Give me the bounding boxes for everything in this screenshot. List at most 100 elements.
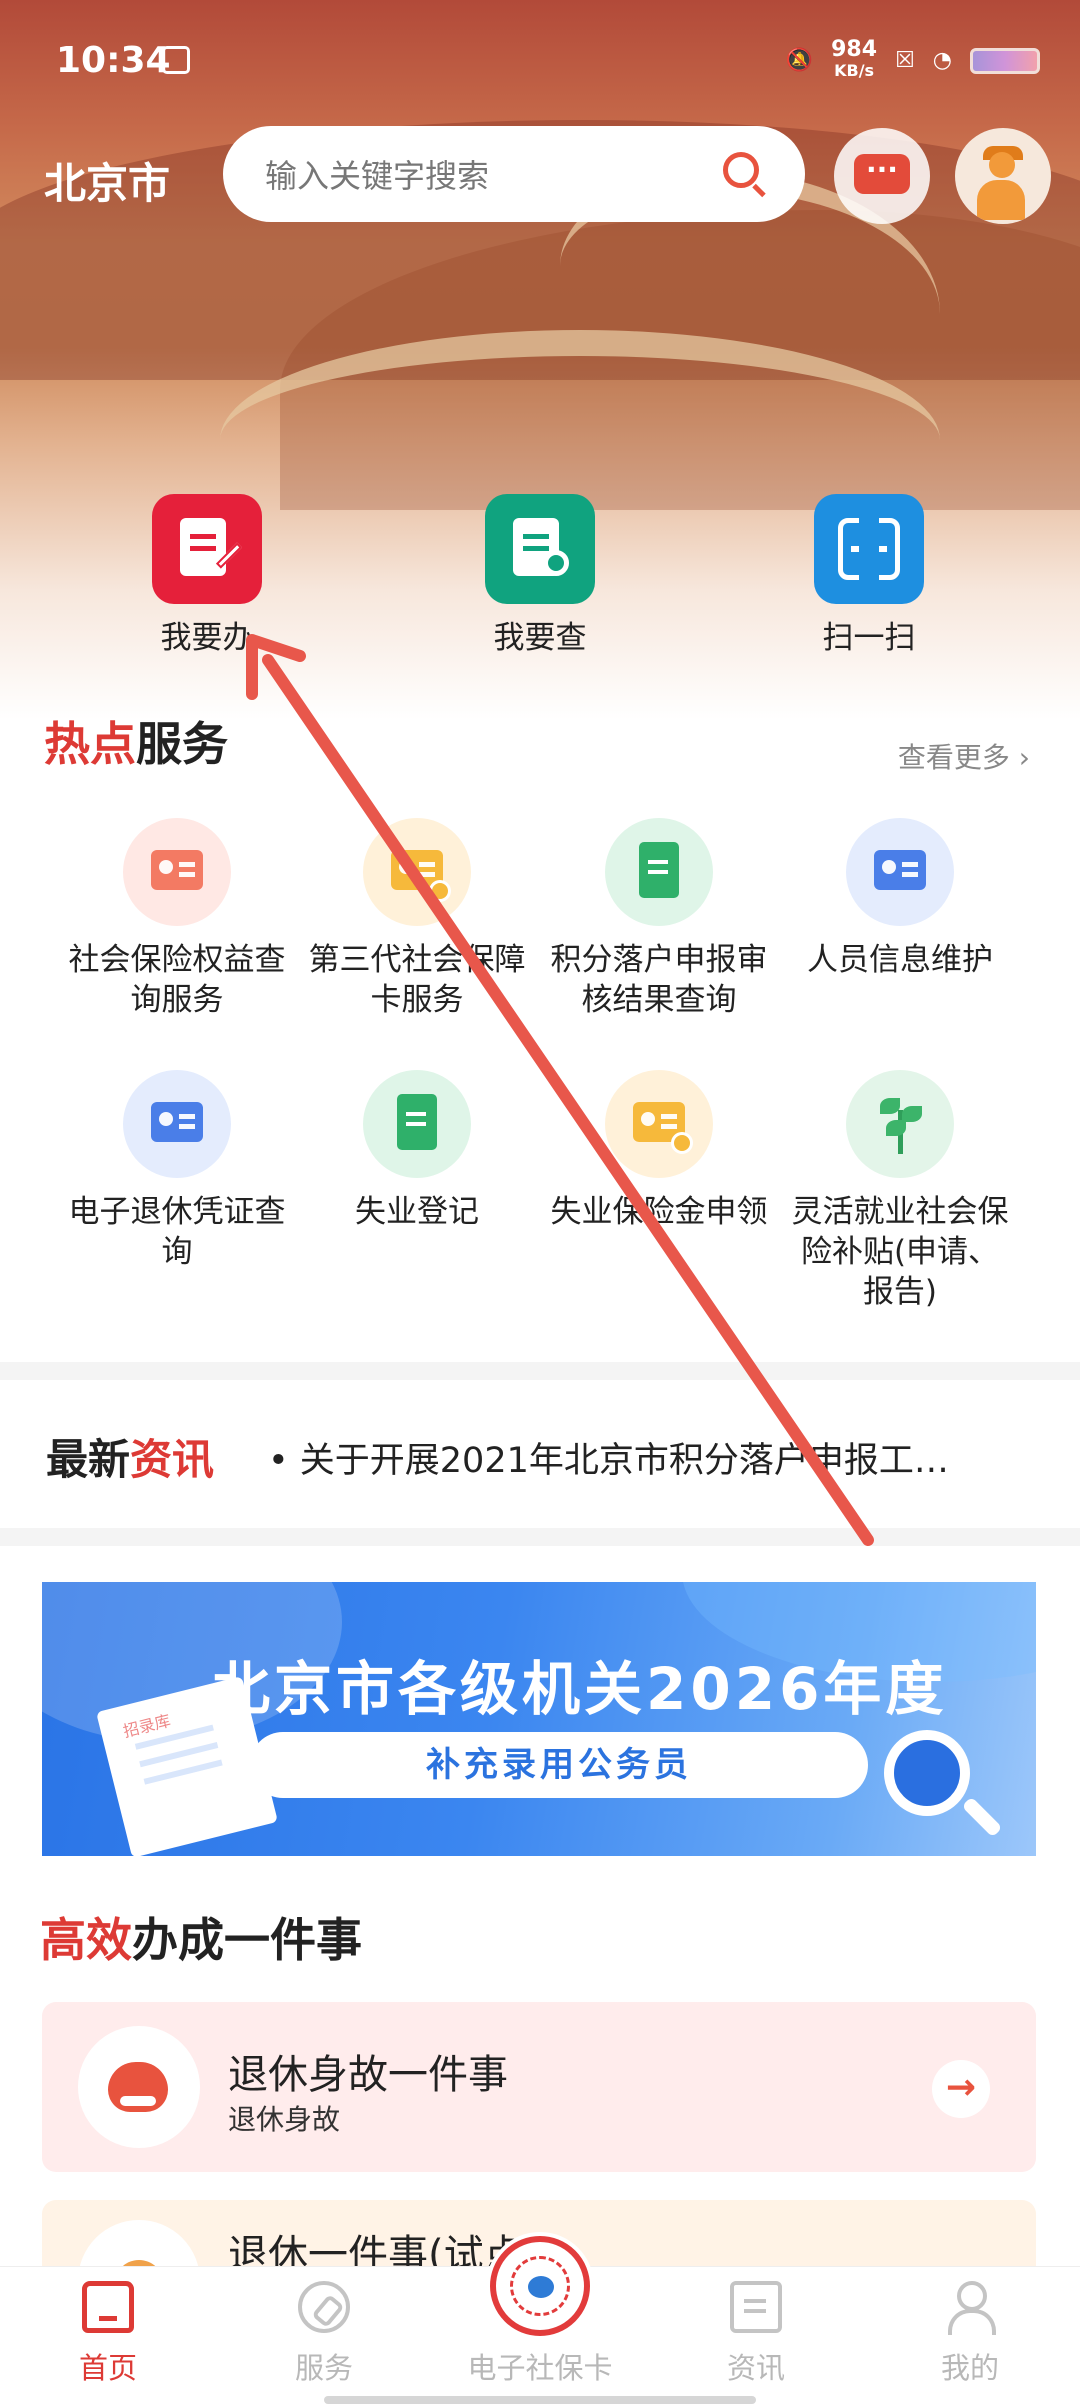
- banner-subtitle: 补充录用公务员: [250, 1732, 868, 1798]
- service-item[interactable]: 第三代社会保障卡服务: [307, 818, 527, 1020]
- social-security-card-icon[interactable]: [490, 2236, 590, 2336]
- elder-icon-body: [977, 180, 1025, 220]
- tab-label: 资讯: [726, 2351, 785, 2385]
- no-sim-icon: ☒: [895, 48, 915, 73]
- title-accent: 资讯: [130, 1435, 215, 1484]
- search-placeholder: 输入关键字搜索: [265, 157, 490, 195]
- tab-news[interactable]: 资讯: [666, 2281, 846, 2387]
- message-icon: ···: [854, 154, 910, 194]
- tab-label: 服务: [294, 2351, 353, 2385]
- status-time: 10:34: [56, 40, 171, 81]
- elder-icon-head: [989, 152, 1015, 178]
- quick-action-label: 扫一扫: [822, 620, 916, 656]
- search-bar[interactable]: 输入关键字搜索: [223, 126, 805, 222]
- compass-icon: [298, 2281, 350, 2333]
- title-accent: 热点: [44, 717, 136, 771]
- retirement-avatar-icon: [78, 2026, 200, 2148]
- battery-icon: [970, 47, 1040, 74]
- search-doc-icon: [485, 494, 595, 604]
- task-card[interactable]: 退休身故一件事 退休身故 →: [42, 2002, 1036, 2172]
- tab-mine[interactable]: 我的: [880, 2281, 1060, 2387]
- book-shape: [397, 1094, 437, 1150]
- notification-icon: [162, 46, 190, 74]
- service-label: 电子退休凭证查询: [68, 1194, 286, 1270]
- service-label: 社会保险权益查询服务: [68, 942, 286, 1018]
- wifi-icon: ◔: [932, 48, 952, 73]
- service-item[interactable]: 人员信息维护: [790, 818, 1010, 980]
- insurance-query-icon: [123, 818, 231, 926]
- plant-shape: [876, 1092, 924, 1156]
- service-label: 第三代社会保障卡服务: [308, 942, 526, 1018]
- speed-value: 984: [831, 37, 878, 62]
- banner-title: 北京市各级机关2026年度: [212, 1655, 948, 1723]
- quick-action-scan[interactable]: 扫一扫: [789, 494, 949, 657]
- task-subtitle: 退休身故: [228, 2103, 341, 2136]
- news-headline[interactable]: • 关于开展2021年北京市积分落户申报工…: [268, 1432, 1018, 1483]
- tab-services[interactable]: 服务: [234, 2281, 414, 2387]
- quick-action-query[interactable]: 我要查: [460, 494, 620, 657]
- tab-label: 首页: [78, 2351, 137, 2385]
- status-indicators: 🔕 984 KB/s ☒ ◔: [785, 37, 1040, 81]
- avatar-mustache: [120, 2096, 156, 2106]
- service-item[interactable]: 灵活就业社会保险补贴(申请、报告): [790, 1070, 1010, 1312]
- service-label: 灵活就业社会保险补贴(申请、报告): [791, 1194, 1009, 1310]
- card-seal-emblem: [528, 2276, 554, 2298]
- service-label: 失业登记: [355, 1194, 479, 1230]
- news-headline-text: 关于开展2021年北京市积分落户申报工…: [299, 1441, 949, 1481]
- benefit-card-icon: [605, 1070, 713, 1178]
- efficient-section-title: 高效办成一件事: [40, 1904, 362, 1970]
- user-icon: [944, 2281, 996, 2335]
- magnifier-illustration-icon: [884, 1730, 970, 1816]
- title-rest: 最新: [46, 1435, 131, 1484]
- tab-label: 电子社保卡: [467, 2351, 613, 2385]
- service-item[interactable]: 社会保险权益查询服务: [67, 818, 287, 1020]
- title-rest: 服务: [136, 717, 228, 771]
- service-item[interactable]: 积分落户申报审核结果查询: [549, 818, 769, 1020]
- paper-text: 招录库: [121, 1710, 173, 1742]
- city-selector[interactable]: 北京市: [44, 150, 170, 211]
- title-rest: 办成一件事: [132, 1913, 362, 1967]
- person-card-icon: [846, 818, 954, 926]
- card-shape: [151, 850, 203, 890]
- social-card-icon: [363, 818, 471, 926]
- plant-icon: [846, 1070, 954, 1178]
- unemployment-icon: [363, 1070, 471, 1178]
- service-label: 人员信息维护: [807, 942, 993, 978]
- mute-icon: 🔕: [785, 48, 814, 73]
- promo-banner[interactable]: 招录库 北京市各级机关2026年度 补充录用公务员: [42, 1582, 1036, 1856]
- edit-doc-icon: [152, 494, 262, 604]
- message-button[interactable]: ···: [834, 128, 930, 224]
- section-divider: [0, 1528, 1080, 1546]
- check-shape: [671, 1132, 693, 1154]
- news-title: 最新资讯: [46, 1426, 214, 1487]
- status-bar: 10:34 🔕 984 KB/s ☒ ◔: [0, 0, 1080, 120]
- lens-shape: [543, 550, 569, 576]
- tab-home[interactable]: 首页: [18, 2281, 198, 2387]
- service-item[interactable]: 电子退休凭证查询: [67, 1070, 287, 1272]
- hot-services-title: 热点服务: [44, 708, 228, 774]
- elder-mode-button[interactable]: [955, 128, 1051, 224]
- scan-icon: [814, 494, 924, 604]
- card-shape: [151, 1102, 203, 1142]
- service-label: 积分落户申报审核结果查询: [550, 942, 768, 1018]
- view-more-label: 查看更多: [897, 741, 1010, 774]
- service-item[interactable]: 失业保险金申领: [549, 1070, 769, 1232]
- network-speed: 984 KB/s: [831, 37, 878, 81]
- card-shape: [874, 850, 926, 890]
- quick-action-handle[interactable]: 我要办: [127, 494, 287, 657]
- quick-action-label: 我要办: [160, 620, 254, 656]
- book-icon: [605, 818, 713, 926]
- title-accent: 高效: [40, 1913, 132, 1967]
- task-title: 退休身故一件事: [228, 2052, 508, 2098]
- quick-action-label: 我要查: [493, 620, 587, 656]
- check-shape: [429, 880, 451, 902]
- arrow-right-icon[interactable]: →: [932, 2060, 990, 2118]
- view-more-link[interactable]: 查看更多 ›: [898, 736, 1030, 776]
- scan-frame: [838, 516, 900, 586]
- tab-label: 我的: [940, 2351, 999, 2385]
- news-icon: [730, 2281, 782, 2333]
- retirement-card-icon: [123, 1070, 231, 1178]
- service-item[interactable]: 失业登记: [307, 1070, 527, 1232]
- search-icon[interactable]: [723, 152, 759, 188]
- section-divider: [0, 1362, 1080, 1380]
